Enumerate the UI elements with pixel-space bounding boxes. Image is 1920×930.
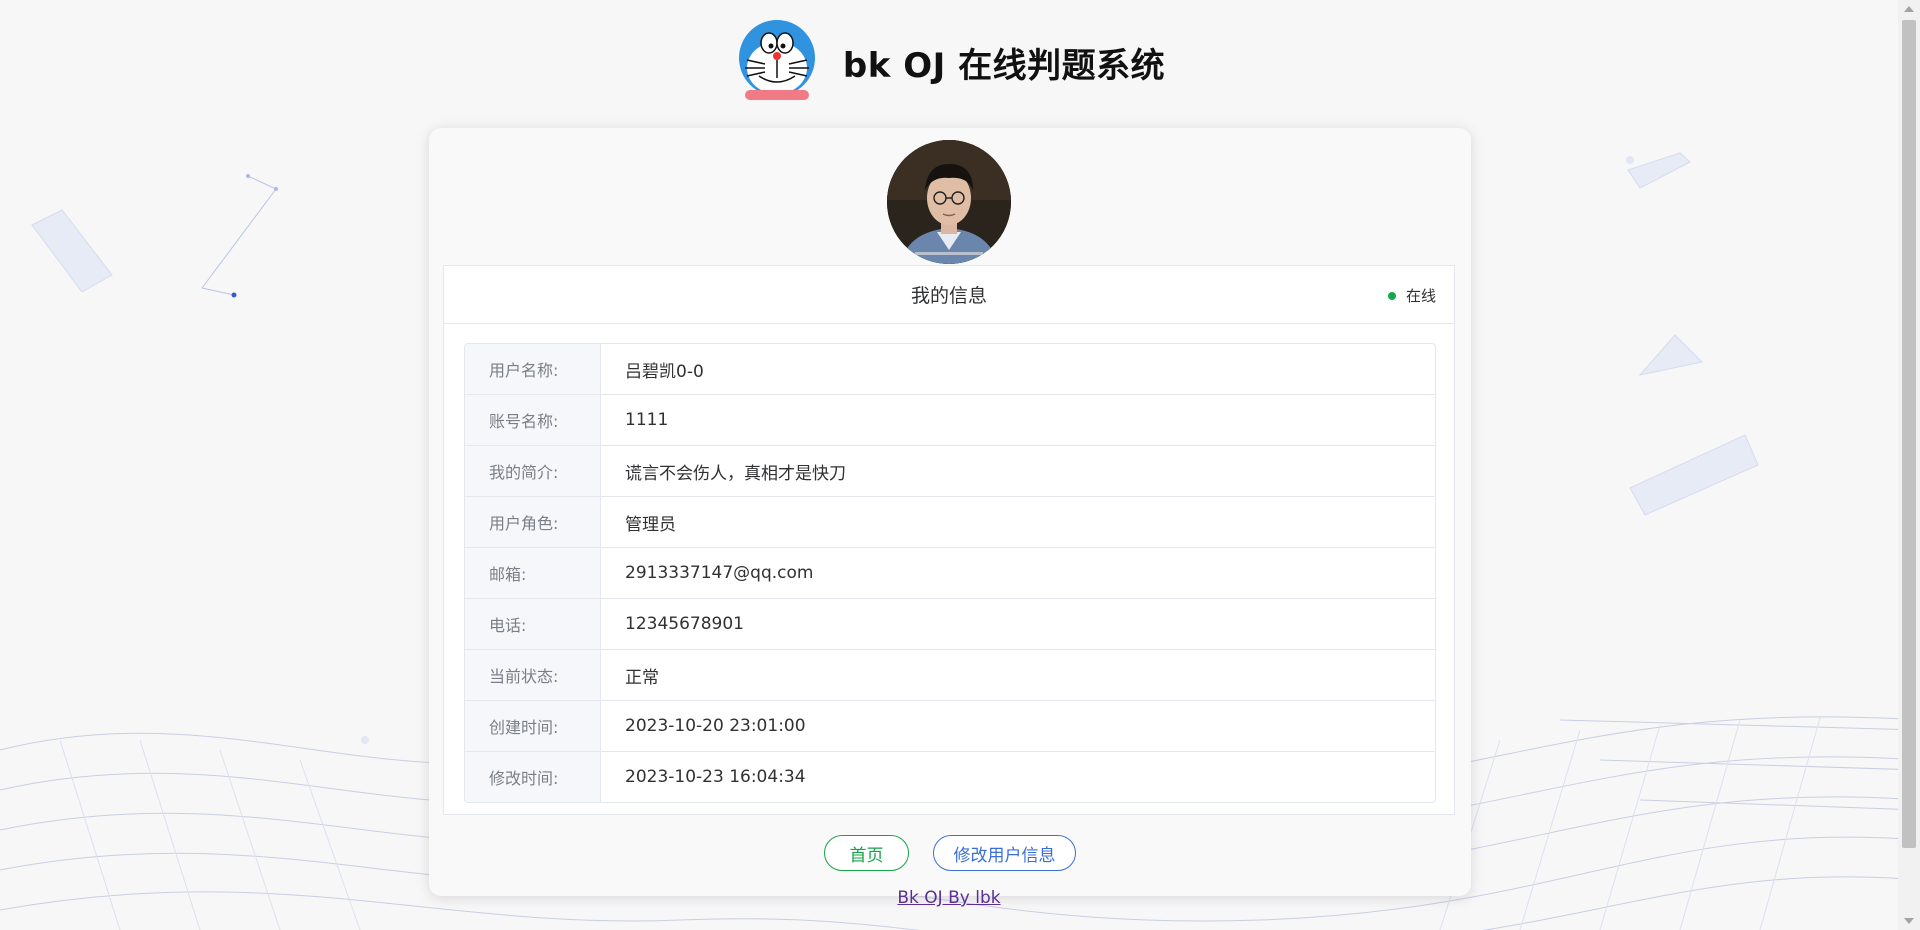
info-label: 用户角色: xyxy=(465,497,601,547)
info-row-role: 用户角色: 管理员 xyxy=(465,497,1435,548)
info-row-created: 创建时间: 2023-10-20 23:01:00 xyxy=(465,701,1435,752)
info-value: 正常 xyxy=(625,667,659,688)
edit-user-info-button[interactable]: 修改用户信息 xyxy=(933,835,1076,871)
info-value: 管理员 xyxy=(625,514,676,535)
scroll-up-arrow-icon[interactable] xyxy=(1904,6,1914,12)
info-row-phone: 电话: 12345678901 xyxy=(465,599,1435,650)
info-value: 12345678901 xyxy=(625,614,744,634)
status-text: 在线 xyxy=(1405,287,1436,305)
info-row-state: 当前状态: 正常 xyxy=(465,650,1435,701)
user-info-table: 用户名称: 吕碧凯0-0 账号名称: 1111 我的简介: 谎言不会伤人，真相才… xyxy=(464,343,1436,803)
info-value: 1111 xyxy=(625,410,669,430)
info-row-modified: 修改时间: 2023-10-23 16:04:34 xyxy=(465,752,1435,802)
info-row-bio: 我的简介: 谎言不会伤人，真相才是快刀 xyxy=(465,446,1435,497)
scrollbar-thumb[interactable] xyxy=(1902,20,1916,848)
info-label: 账号名称: xyxy=(465,395,601,445)
doraemon-logo-icon xyxy=(738,20,815,100)
footer: Bk OJ By lbk xyxy=(0,888,1898,908)
scroll-down-arrow-icon[interactable] xyxy=(1904,918,1914,924)
footer-link[interactable]: Bk OJ By lbk xyxy=(897,888,1000,908)
info-row-username: 用户名称: 吕碧凯0-0 xyxy=(465,344,1435,395)
info-label: 用户名称: xyxy=(465,344,601,394)
status-dot-icon xyxy=(1387,291,1396,300)
info-label: 创建时间: xyxy=(465,701,601,751)
info-value: 2913337147@qq.com xyxy=(625,563,814,583)
info-value: 吕碧凯0-0 xyxy=(625,361,704,382)
info-label: 修改时间: xyxy=(465,752,601,802)
panel-title: 我的信息 xyxy=(910,285,987,307)
my-info-panel: 我的信息 在线 用户名称: 吕碧凯0-0 账号名称: 1111 我的简介: 谎言… xyxy=(443,265,1455,815)
info-value: 谎言不会伤人，真相才是快刀 xyxy=(625,463,846,484)
site-header: bk OJ 在线判题系统 xyxy=(0,16,1898,108)
site-title: bk OJ 在线判题系统 xyxy=(842,45,1166,86)
info-label: 电话: xyxy=(465,599,601,649)
info-row-email: 邮箱: 2913337147@qq.com xyxy=(465,548,1435,599)
info-row-account: 账号名称: 1111 xyxy=(465,395,1435,446)
avatar-photo xyxy=(887,140,1011,264)
info-label: 邮箱: xyxy=(465,548,601,598)
home-button[interactable]: 首页 xyxy=(824,835,909,871)
avatar xyxy=(887,140,1011,264)
info-label: 我的简介: xyxy=(465,446,601,496)
info-label: 当前状态: xyxy=(465,650,601,700)
info-value: 2023-10-20 23:01:00 xyxy=(625,716,806,736)
profile-card: 我的信息 在线 用户名称: 吕碧凯0-0 账号名称: 1111 我的简介: 谎言… xyxy=(429,128,1471,896)
info-value: 2023-10-23 16:04:34 xyxy=(625,767,806,787)
online-status: 在线 xyxy=(1387,285,1436,306)
panel-header: 我的信息 在线 xyxy=(444,266,1454,324)
vertical-scrollbar[interactable] xyxy=(1898,0,1920,930)
